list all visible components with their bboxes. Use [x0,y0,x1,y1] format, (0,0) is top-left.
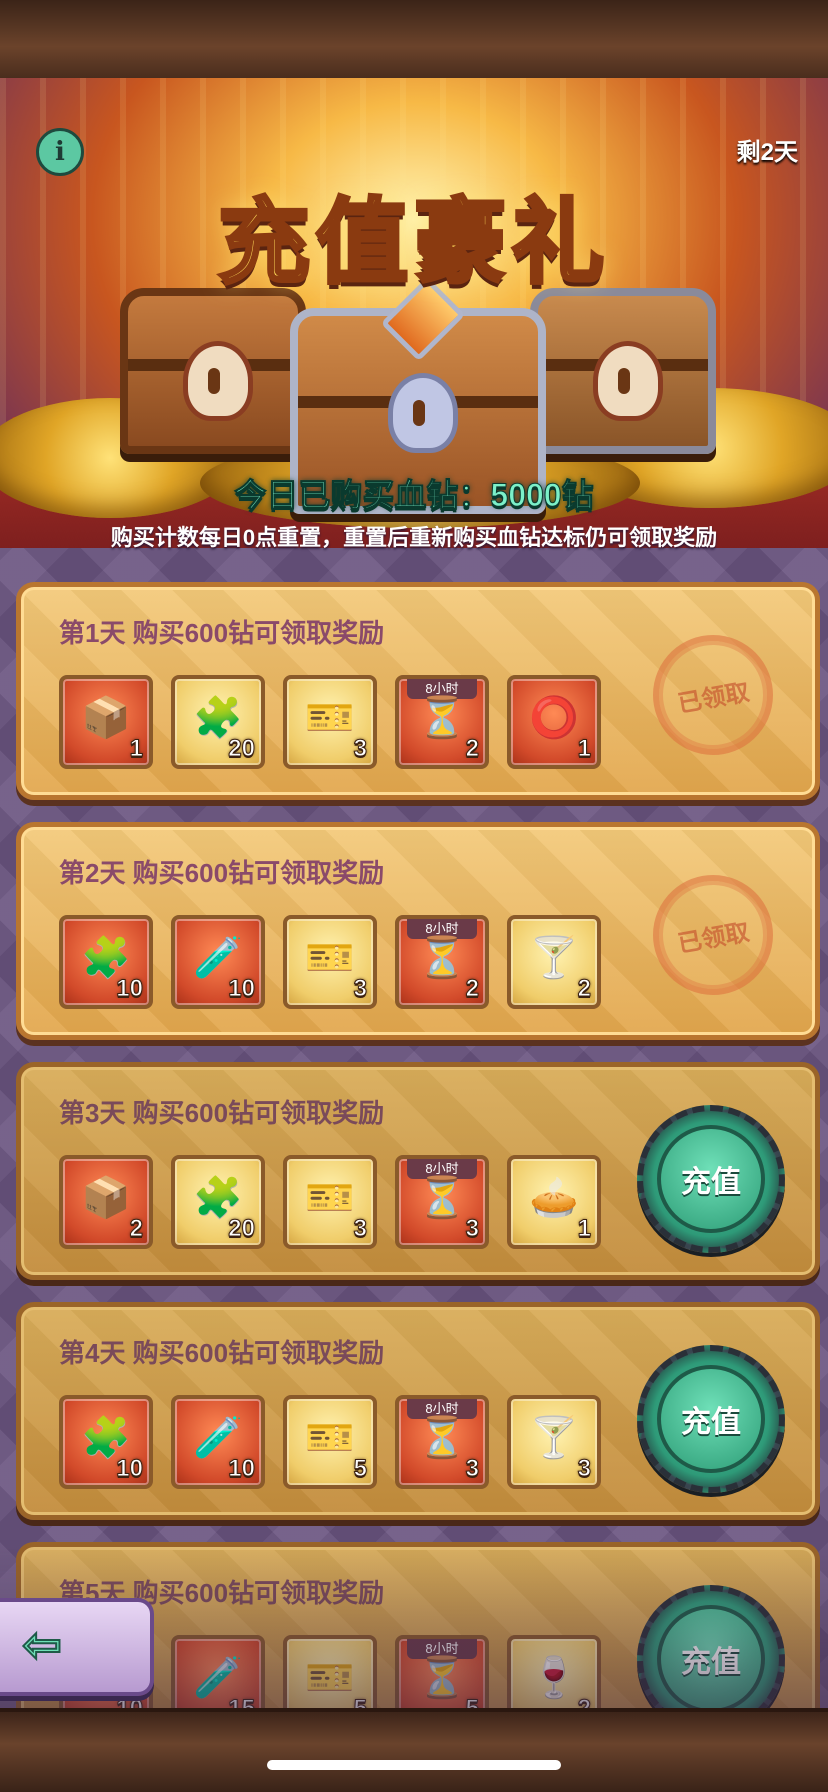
reward-count: 1 [577,735,591,763]
recharge-button[interactable]: 充值 [637,1345,785,1493]
reward-count: 2 [465,975,479,1003]
reward-item-potion[interactable]: 🧪 10 [171,1395,265,1489]
reward-count: 10 [228,1455,256,1483]
reward-item-ticket[interactable]: 🎫 3 [283,675,377,769]
day-title: 第4天 购买600钻可领取奖励 [59,1338,385,1368]
day-title: 第1天 购买600钻可领取奖励 [59,618,385,648]
reward-count: 1 [129,735,143,763]
reward-count: 1 [577,1215,591,1243]
reward-count: 20 [228,1215,256,1243]
event-title: 充值豪礼 [216,186,610,298]
reward-item-speedup[interactable]: 8小时 ⏳ 3 [395,1395,489,1489]
reward-item-ticket[interactable]: 🎫 3 [283,1155,377,1249]
reward-count: 3 [465,1215,479,1243]
info-icon[interactable]: i [36,128,84,176]
bottom-frame [0,1708,828,1792]
reward-item-ticket[interactable]: 🎫 3 [283,915,377,1009]
reward-item-cocktail[interactable]: 🍸 2 [507,915,601,1009]
back-button[interactable]: ⇦ [0,1598,154,1696]
reward-item-crate[interactable]: 📦 1 [59,675,153,769]
recharge-label: 充值 [657,1125,765,1233]
reward-item-crate[interactable]: 📦 2 [59,1155,153,1249]
reward-count: 3 [577,1455,591,1483]
reward-count: 2 [129,1215,143,1243]
home-indicator[interactable] [267,1760,561,1770]
reward-count: 10 [116,975,144,1003]
reward-count: 10 [116,1455,144,1483]
claimed-stamp: 已领取 [643,625,783,765]
claimed-stamp: 已领取 [643,865,783,1005]
day-title: 第2天 购买600钻可领取奖励 [59,858,385,888]
reward-item-speedup[interactable]: 8小时 ⏳ 2 [395,675,489,769]
reward-item-puzzle[interactable]: 🧩10 [59,1395,153,1489]
top-frame [0,0,828,82]
reward-item-puzzle[interactable]: 🧩 20 [171,675,265,769]
reward-item-potion[interactable]: 🧪 10 [171,915,265,1009]
reward-item-speedup[interactable]: 8小时 ⏳ 3 [395,1155,489,1249]
recharge-label: 充值 [657,1365,765,1473]
recharge-button[interactable]: 充值 [637,1105,785,1253]
reward-count: 3 [465,1455,479,1483]
reward-count: 3 [353,1215,367,1243]
reward-item-puzzle[interactable]: 🧩 20 [171,1155,265,1249]
reward-count: 10 [228,975,256,1003]
days-remaining: 剩2天 [736,139,798,166]
reward-item-cocktail[interactable]: 🍸 3 [507,1395,601,1489]
treasure-chest-right-icon [530,288,716,454]
reward-count: 2 [465,735,479,763]
reward-count: 2 [577,975,591,1003]
recharge-label: 充值 [657,1605,765,1713]
reward-count: 3 [353,975,367,1003]
day-card-3: 第3天 购买600钻可领取奖励 📦 2 🧩 20 🎫 3 8小时 ⏳ 3 🥧 1 充值 [16,1062,820,1280]
reward-count: 5 [353,1455,367,1483]
day-title: 第3天 购买600钻可领取奖励 [59,1098,385,1128]
treasure-chest-left-icon [120,288,306,454]
reward-item-puzzle[interactable]: 🧩10 [59,915,153,1009]
reward-item-frame[interactable]: ⭕ 1 [507,675,601,769]
back-arrow-icon: ⇦ [21,1619,63,1672]
reward-count: 20 [228,735,256,763]
reward-item-pie[interactable]: 🥧 1 [507,1155,601,1249]
reset-note: 购买计数每日0点重置，重置后重新购买血钻达标仍可领取奖励 [110,525,718,550]
today-purchased-diamonds: 今日已购买血钻：5000钻 [234,477,594,514]
day-card-4: 第4天 购买600钻可领取奖励 🧩 10 🧪 10 🎫 5 8小时 ⏳ 3 🍸 3 充值 [16,1302,820,1520]
day-card-2: 第2天 购买600钻可领取奖励 🧩 10 🧪 10 🎫 3 8小时 ⏳ 2 🍸 2 已领取 [16,822,820,1040]
day-card-1: 第1天 购买600钻可领取奖励 📦 1 🧩 20 🎫 3 8小时 ⏳ 2 ⭕ 1 已领取 [16,582,820,800]
reward-item-ticket[interactable]: 🎫5 [283,1395,377,1489]
reward-count: 3 [353,735,367,763]
reward-item-speedup[interactable]: 8小时 ⏳ 2 [395,915,489,1009]
